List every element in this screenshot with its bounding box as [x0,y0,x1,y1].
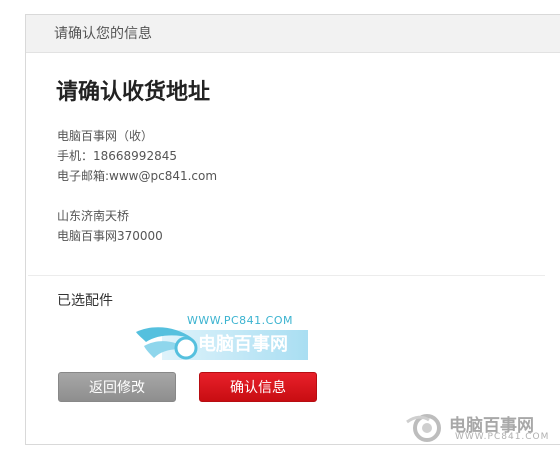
selected-parts-label: 已选配件 [57,293,113,309]
panel-header: 请确认您的信息 [26,15,560,53]
corner-watermark: 电脑百事网 WWW.PC841.COM [405,410,555,446]
corner-logo-url: WWW.PC841.COM [455,432,550,442]
email-address: 电子邮箱:www@pc841.com [57,169,218,183]
swirl-logo-icon [406,414,441,442]
shipping-address: 山东济南天桥 电脑百事网370000 [57,206,163,246]
leaf-logo-icon [136,327,198,360]
confirm-info-button[interactable]: 确认信息 [199,372,317,402]
page-title: 请确认收货地址 [56,80,211,105]
contact-info: 电脑百事网（收） 手机：18668992845 电子邮箱:www@pc841.c… [57,126,217,186]
back-edit-button[interactable]: 返回修改 [58,372,176,402]
watermark-logo: WWW.PC841.COM 电脑百事网 [132,314,332,366]
address-region: 山东济南天桥 [57,209,130,223]
watermark-url: WWW.PC841.COM [187,314,293,327]
watermark-name: 电脑百事网 [198,334,288,355]
recipient-name: 电脑百事网（收） [57,129,154,143]
section-divider [28,275,545,276]
address-detail: 电脑百事网370000 [57,229,163,243]
phone-number: 手机：18668992845 [57,149,177,163]
